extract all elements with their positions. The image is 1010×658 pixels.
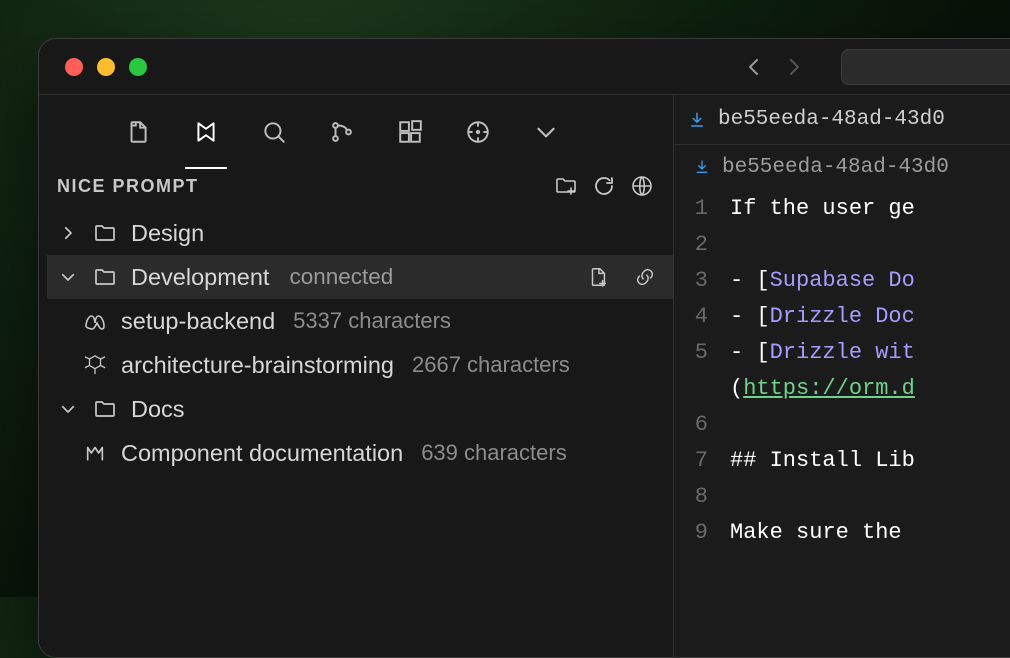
chevron-down-icon [57, 400, 79, 418]
nav-back-button[interactable] [741, 53, 769, 81]
nav-forward-button[interactable] [779, 53, 807, 81]
traffic-lights [65, 58, 147, 76]
search-icon[interactable] [259, 117, 289, 147]
zoom-window-button[interactable] [129, 58, 147, 76]
globe-icon[interactable] [629, 173, 655, 199]
folder-development[interactable]: Development connected [47, 255, 673, 299]
explorer-icon[interactable] [123, 117, 153, 147]
download-arrow-icon [694, 159, 710, 175]
download-arrow-icon [688, 111, 706, 129]
activity-bar [39, 95, 673, 169]
new-folder-icon[interactable] [553, 173, 579, 199]
link-icon[interactable] [633, 266, 657, 288]
panel-header: NICE PROMPT [39, 169, 673, 211]
prompt-name: Component documentation [121, 440, 403, 467]
tree-view: Design Development connected [39, 211, 673, 475]
folder-label: Design [131, 220, 204, 247]
prompt-name: setup-backend [121, 308, 275, 335]
editor-tabs: be55eeda-48ad-43d0 [674, 95, 1010, 145]
breadcrumb-text: be55eeda-48ad-43d0 [722, 156, 949, 179]
folder-icon [93, 221, 117, 245]
editor-tab-title[interactable]: be55eeda-48ad-43d0 [718, 108, 945, 131]
minimize-window-button[interactable] [97, 58, 115, 76]
app-window: NICE PROMPT [38, 38, 1010, 658]
folder-design[interactable]: Design [47, 211, 673, 255]
close-window-button[interactable] [65, 58, 83, 76]
folder-icon [93, 265, 117, 289]
side-bar: NICE PROMPT [39, 95, 674, 657]
extensions-icon[interactable] [395, 117, 425, 147]
openai-icon [83, 354, 107, 376]
refresh-icon[interactable] [591, 173, 617, 199]
folder-icon [93, 397, 117, 421]
title-bar [39, 39, 1010, 95]
nice-prompt-icon[interactable] [191, 117, 221, 147]
source-control-icon[interactable] [327, 117, 357, 147]
mistral-icon [83, 442, 107, 464]
address-bar[interactable] [841, 49, 1010, 85]
chevron-down-icon [57, 268, 79, 286]
prompt-name: architecture-brainstorming [121, 352, 394, 379]
folder-label: Docs [131, 396, 185, 423]
editor-pane: be55eeda-48ad-43d0 be55eeda-48ad-43d0 1I… [674, 95, 1010, 657]
chevron-right-icon [57, 224, 79, 242]
prompt-component-documentation[interactable]: Component documentation 639 characters [47, 431, 673, 475]
prompt-architecture-brainstorming[interactable]: architecture-brainstorming 2667 characte… [47, 343, 673, 387]
prompt-meta: 5337 characters [293, 308, 451, 334]
prompt-meta: 2667 characters [412, 352, 570, 378]
overflow-chevron-icon[interactable] [531, 117, 561, 147]
connection-status: connected [289, 264, 393, 290]
folder-docs[interactable]: Docs [47, 387, 673, 431]
remote-icon[interactable] [463, 117, 493, 147]
code-area[interactable]: 1If the user ge 2 3- [Supabase Do 4- [Dr… [674, 189, 1010, 551]
panel-title: NICE PROMPT [57, 176, 199, 197]
prompt-meta: 639 characters [421, 440, 567, 466]
folder-label: Development [131, 264, 269, 291]
prompt-setup-backend[interactable]: setup-backend 5337 characters [47, 299, 673, 343]
breadcrumb[interactable]: be55eeda-48ad-43d0 [674, 145, 1010, 189]
new-file-icon[interactable] [587, 266, 609, 288]
meta-icon [83, 309, 107, 333]
